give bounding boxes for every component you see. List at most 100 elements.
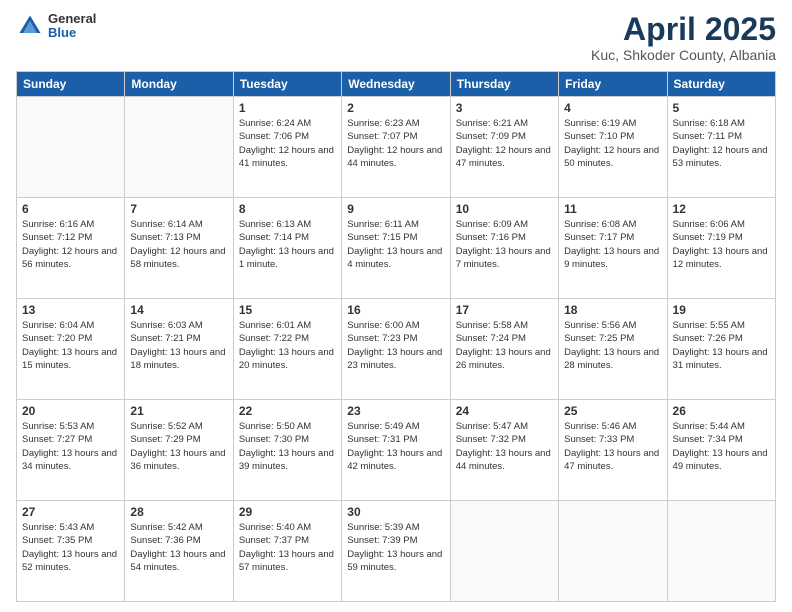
day-info: Sunrise: 5:58 AM Sunset: 7:24 PM Dayligh… — [456, 319, 553, 372]
header: General Blue April 2025 Kuc, Shkoder Cou… — [16, 12, 776, 63]
table-row — [125, 97, 233, 198]
day-number: 26 — [673, 404, 770, 418]
day-number: 10 — [456, 202, 553, 216]
table-row: 24 Sunrise: 5:47 AM Sunset: 7:32 PM Dayli… — [450, 400, 558, 501]
day-number: 27 — [22, 505, 119, 519]
logo-general-label: General — [48, 12, 96, 26]
day-number: 23 — [347, 404, 444, 418]
day-number: 13 — [22, 303, 119, 317]
table-row: 2 Sunrise: 6:23 AM Sunset: 7:07 PM Daylig… — [342, 97, 450, 198]
table-row: 6 Sunrise: 6:16 AM Sunset: 7:12 PM Daylig… — [17, 198, 125, 299]
table-row: 11 Sunrise: 6:08 AM Sunset: 7:17 PM Dayli… — [559, 198, 667, 299]
table-row: 8Sunrise: 6:13 AM Sunset: 7:14 PM Daylig… — [233, 198, 341, 299]
day-number: 21 — [130, 404, 227, 418]
day-number: 19 — [673, 303, 770, 317]
table-row: 19Sunrise: 5:55 AM Sunset: 7:26 PM Dayli… — [667, 299, 775, 400]
table-row: 28 Sunrise: 5:42 AM Sunset: 7:36 PM Dayli… — [125, 501, 233, 602]
table-row: 5 Sunrise: 6:18 AM Sunset: 7:11 PM Daylig… — [667, 97, 775, 198]
table-row — [17, 97, 125, 198]
day-info: Sunrise: 5:49 AM Sunset: 7:31 PM Dayligh… — [347, 420, 444, 473]
header-tuesday: Tuesday — [233, 72, 341, 97]
day-number: 17 — [456, 303, 553, 317]
day-number: 28 — [130, 505, 227, 519]
page: General Blue April 2025 Kuc, Shkoder Cou… — [0, 0, 792, 612]
day-info: Sunrise: 6:14 AM Sunset: 7:13 PM Dayligh… — [130, 218, 227, 271]
table-row: 13 Sunrise: 6:04 AM Sunset: 7:20 PM Dayli… — [17, 299, 125, 400]
day-number: 5 — [673, 101, 770, 115]
table-row: 16 Sunrise: 6:00 AM Sunset: 7:23 PM Dayli… — [342, 299, 450, 400]
table-row: 14 Sunrise: 6:03 AM Sunset: 7:21 PM Dayli… — [125, 299, 233, 400]
table-row: 21 Sunrise: 5:52 AM Sunset: 7:29 PM Dayli… — [125, 400, 233, 501]
day-info: Sunrise: 6:03 AM Sunset: 7:21 PM Dayligh… — [130, 319, 227, 372]
header-sunday: Sunday — [17, 72, 125, 97]
logo-text: General Blue — [48, 12, 96, 41]
table-row: 23 Sunrise: 5:49 AM Sunset: 7:31 PM Dayli… — [342, 400, 450, 501]
day-info: Sunrise: 5:39 AM Sunset: 7:39 PM Dayligh… — [347, 521, 444, 574]
day-info: Sunrise: 5:42 AM Sunset: 7:36 PM Dayligh… — [130, 521, 227, 574]
day-info: Sunrise: 6:16 AM Sunset: 7:12 PM Dayligh… — [22, 218, 119, 271]
table-row: 25 Sunrise: 5:46 AM Sunset: 7:33 PM Dayli… — [559, 400, 667, 501]
day-number: 16 — [347, 303, 444, 317]
table-row: 7 Sunrise: 6:14 AM Sunset: 7:13 PM Daylig… — [125, 198, 233, 299]
calendar-header-row: Sunday Monday Tuesday Wednesday Thursday… — [17, 72, 776, 97]
day-info: Sunrise: 6:00 AM Sunset: 7:23 PM Dayligh… — [347, 319, 444, 372]
header-thursday: Thursday — [450, 72, 558, 97]
day-info: Sunrise: 6:08 AM Sunset: 7:17 PM Dayligh… — [564, 218, 661, 271]
table-row: 26 Sunrise: 5:44 AM Sunset: 7:34 PM Dayli… — [667, 400, 775, 501]
logo-icon — [16, 12, 44, 40]
header-friday: Friday — [559, 72, 667, 97]
day-info: Sunrise: 6:19 AM Sunset: 7:10 PM Dayligh… — [564, 117, 661, 170]
table-row — [667, 501, 775, 602]
table-row: 9 Sunrise: 6:11 AM Sunset: 7:15 PM Daylig… — [342, 198, 450, 299]
title-block: April 2025 Kuc, Shkoder County, Albania — [591, 12, 776, 63]
day-number: 9 — [347, 202, 444, 216]
day-number: 2 — [347, 101, 444, 115]
day-number: 14 — [130, 303, 227, 317]
day-info: Sunrise: 5:52 AM Sunset: 7:29 PM Dayligh… — [130, 420, 227, 473]
day-info: Sunrise: 5:50 AM Sunset: 7:30 PM Dayligh… — [239, 420, 336, 473]
logo: General Blue — [16, 12, 96, 41]
table-row: 18Sunrise: 5:56 AM Sunset: 7:25 PM Dayli… — [559, 299, 667, 400]
day-info: Sunrise: 6:04 AM Sunset: 7:20 PM Dayligh… — [22, 319, 119, 372]
day-number: 1 — [239, 101, 336, 115]
day-info: Sunrise: 6:23 AM Sunset: 7:07 PM Dayligh… — [347, 117, 444, 170]
day-info: Sunrise: 5:46 AM Sunset: 7:33 PM Dayligh… — [564, 420, 661, 473]
day-info: Sunrise: 6:11 AM Sunset: 7:15 PM Dayligh… — [347, 218, 444, 271]
logo-blue-label: Blue — [48, 26, 96, 40]
day-number: 29 — [239, 505, 336, 519]
day-info: Sunrise: 6:06 AM Sunset: 7:19 PM Dayligh… — [673, 218, 770, 271]
day-number: 11 — [564, 202, 661, 216]
table-row: 17 Sunrise: 5:58 AM Sunset: 7:24 PM Dayli… — [450, 299, 558, 400]
day-number: 4 — [564, 101, 661, 115]
header-monday: Monday — [125, 72, 233, 97]
day-info: Sunrise: 6:18 AM Sunset: 7:11 PM Dayligh… — [673, 117, 770, 170]
day-info: Sunrise: 6:13 AM Sunset: 7:14 PM Dayligh… — [239, 218, 336, 271]
table-row: 12Sunrise: 6:06 AM Sunset: 7:19 PM Dayli… — [667, 198, 775, 299]
table-row: 4 Sunrise: 6:19 AM Sunset: 7:10 PM Daylig… — [559, 97, 667, 198]
day-info: Sunrise: 5:44 AM Sunset: 7:34 PM Dayligh… — [673, 420, 770, 473]
day-number: 15 — [239, 303, 336, 317]
day-info: Sunrise: 5:47 AM Sunset: 7:32 PM Dayligh… — [456, 420, 553, 473]
day-info: Sunrise: 6:09 AM Sunset: 7:16 PM Dayligh… — [456, 218, 553, 271]
day-number: 25 — [564, 404, 661, 418]
day-info: Sunrise: 5:43 AM Sunset: 7:35 PM Dayligh… — [22, 521, 119, 574]
table-row — [450, 501, 558, 602]
day-number: 3 — [456, 101, 553, 115]
table-row: 3 Sunrise: 6:21 AM Sunset: 7:09 PM Daylig… — [450, 97, 558, 198]
day-info: Sunrise: 5:40 AM Sunset: 7:37 PM Dayligh… — [239, 521, 336, 574]
day-number: 6 — [22, 202, 119, 216]
day-number: 24 — [456, 404, 553, 418]
table-row: 10 Sunrise: 6:09 AM Sunset: 7:16 PM Dayli… — [450, 198, 558, 299]
day-info: Sunrise: 6:21 AM Sunset: 7:09 PM Dayligh… — [456, 117, 553, 170]
day-number: 30 — [347, 505, 444, 519]
day-number: 7 — [130, 202, 227, 216]
title-location: Kuc, Shkoder County, Albania — [591, 47, 776, 63]
day-number: 22 — [239, 404, 336, 418]
day-info: Sunrise: 6:01 AM Sunset: 7:22 PM Dayligh… — [239, 319, 336, 372]
header-saturday: Saturday — [667, 72, 775, 97]
table-row: 22 Sunrise: 5:50 AM Sunset: 7:30 PM Dayli… — [233, 400, 341, 501]
table-row: 15 Sunrise: 6:01 AM Sunset: 7:22 PM Dayli… — [233, 299, 341, 400]
table-row — [559, 501, 667, 602]
table-row: 1 Sunrise: 6:24 AM Sunset: 7:06 PM Daylig… — [233, 97, 341, 198]
day-info: Sunrise: 6:24 AM Sunset: 7:06 PM Dayligh… — [239, 117, 336, 170]
